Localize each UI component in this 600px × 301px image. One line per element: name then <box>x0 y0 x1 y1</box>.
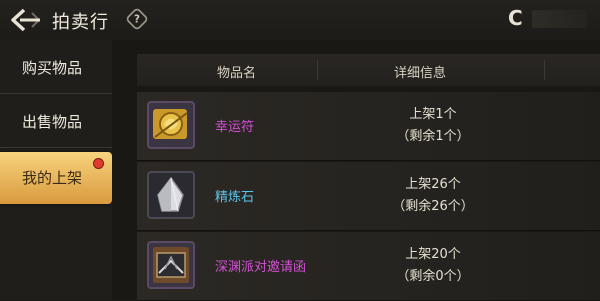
notification-badge <box>93 158 104 169</box>
column-divider <box>317 60 318 80</box>
currency-icon: C <box>508 6 523 30</box>
column-header-details: 详细信息 <box>394 66 447 81</box>
listing-details: 上架1个 （剩余1个） <box>387 104 479 148</box>
sidebar-item-buy[interactable]: 购买物品 <box>0 42 112 94</box>
listed-count: 上架1个 <box>409 107 457 122</box>
item-name: 精炼石 <box>215 190 255 205</box>
back-arrow-icon[interactable] <box>8 7 42 33</box>
sidebar-item-my-listings[interactable]: 我的上架 <box>0 152 112 204</box>
table-row[interactable]: 精炼石 上架26个 （剩余26个） <box>137 162 600 231</box>
listed-count: 上架20个 <box>405 247 461 262</box>
sidebar: 购买物品 出售物品 我的上架 <box>0 40 112 300</box>
sidebar-item-sell[interactable]: 出售物品 <box>0 96 112 148</box>
remaining-count: （剩余1个） <box>396 129 470 144</box>
abyss-party-invitation-icon <box>147 241 195 289</box>
table-row[interactable]: 深渊派对邀请函 上架20个 （剩余0个） <box>137 232 600 301</box>
item-name: 深渊派对邀请函 <box>215 260 307 275</box>
column-header-item-name: 物品名 <box>217 66 257 81</box>
remaining-count: （剩余0个） <box>396 269 470 284</box>
currency-value-redacted <box>532 10 587 28</box>
lucky-charm-icon <box>147 101 195 149</box>
help-icon[interactable]: ? <box>124 6 150 32</box>
listings-panel: 物品名 详细信息 幸运符 上架1个 （剩余1个） 精炼石 上架26个 （剩余26… <box>112 40 600 301</box>
refining-stone-icon <box>147 171 195 219</box>
column-divider <box>544 60 545 80</box>
listing-details: 上架20个 （剩余0个） <box>387 244 479 288</box>
listing-details: 上架26个 （剩余26个） <box>387 174 479 218</box>
table-row[interactable]: 幸运符 上架1个 （剩余1个） <box>137 92 600 161</box>
remaining-count: （剩余26个） <box>392 199 474 214</box>
top-bar: 拍卖行 ? C <box>0 0 600 40</box>
table-header: 物品名 详细信息 <box>137 54 600 86</box>
page-title: 拍卖行 <box>52 12 109 33</box>
item-name: 幸运符 <box>215 120 255 135</box>
listed-count: 上架26个 <box>405 177 461 192</box>
